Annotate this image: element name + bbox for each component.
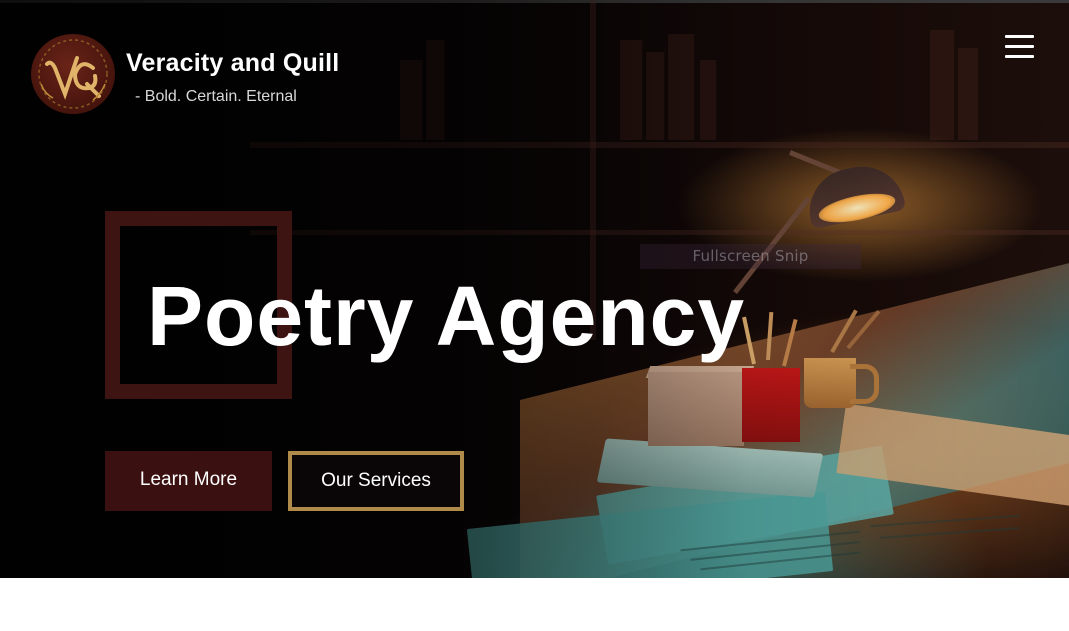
vq-logo[interactable] — [31, 34, 115, 114]
vq-monogram-icon — [38, 39, 108, 109]
hero-section: Fullscreen Snip Veracity and Quill - Bol… — [0, 0, 1069, 578]
hamburger-menu-icon[interactable] — [1002, 32, 1038, 62]
menu-bar-bottom — [1005, 55, 1034, 58]
menu-bar-middle — [1005, 45, 1034, 48]
our-services-button[interactable]: Our Services — [288, 451, 464, 511]
page: Fullscreen Snip Veracity and Quill - Bol… — [0, 0, 1069, 631]
hero-title: Poetry Agency — [147, 269, 746, 363]
learn-more-button[interactable]: Learn More — [105, 451, 272, 511]
brand-name[interactable]: Veracity and Quill — [126, 49, 339, 78]
menu-bar-top — [1005, 35, 1034, 38]
brand-tagline: - Bold. Certain. Eternal — [135, 88, 297, 105]
fullscreen-snip-overlay: Fullscreen Snip — [640, 244, 861, 269]
content-area — [0, 578, 1069, 631]
top-strip — [0, 0, 1069, 3]
